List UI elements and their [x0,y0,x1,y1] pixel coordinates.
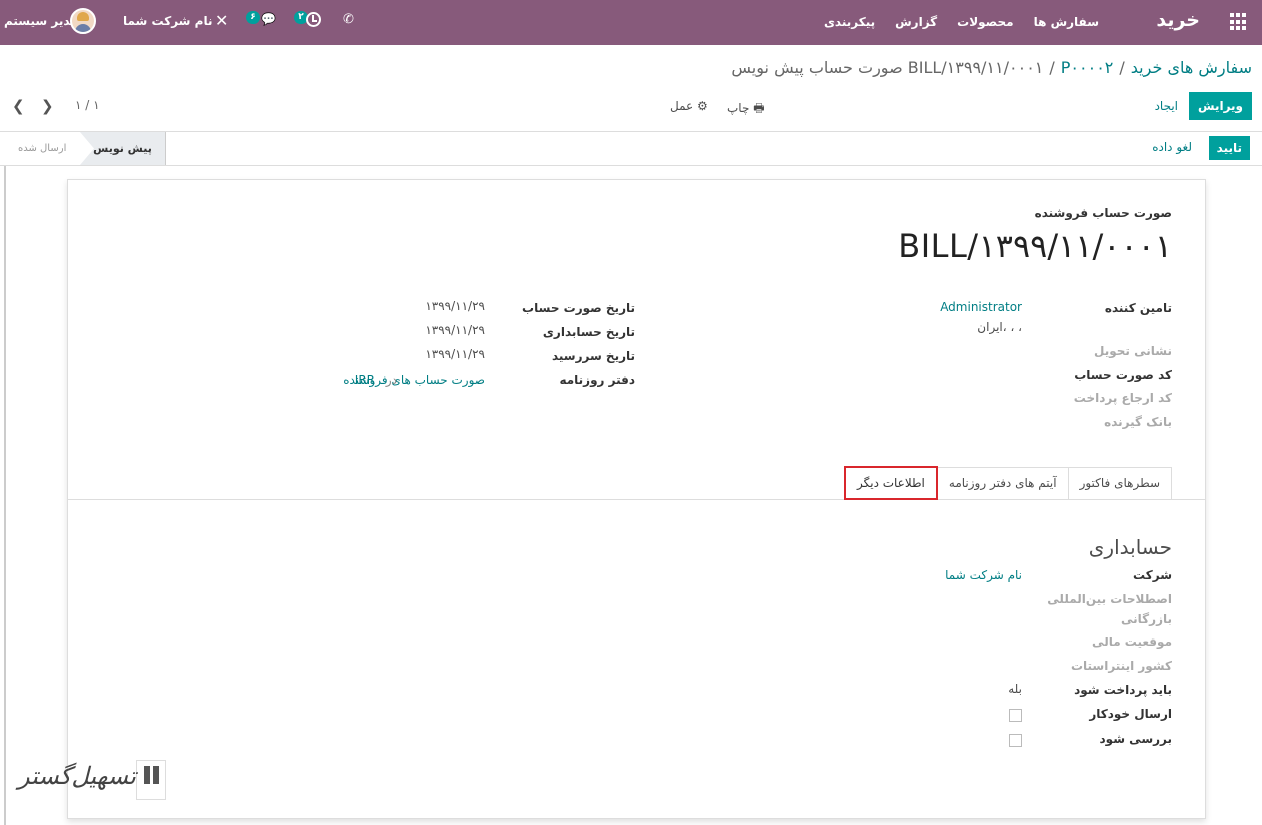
stage-posted: ارسال شده [18,143,67,154]
pager-value[interactable]: ۱ / ۱ [75,98,100,112]
recipient-bank-label: بانک گیرنده [1104,415,1172,429]
vendor-link[interactable]: Administrator [940,300,1022,314]
tabs-divider [68,499,1205,500]
journal-currency-link[interactable]: IRR [355,373,375,387]
messages-count-badge: ۶ [246,11,260,24]
accounting-date-value: ۱۳۹۹/۱۱/۲۹ [425,323,485,337]
print-label: چاپ [727,101,750,115]
vendor-label: تامین کننده [1104,301,1172,315]
form-sheet: صورت حساب فروشنده BILL/۱۳۹۹/۱۱/۰۰۰۱ تامی… [67,179,1206,819]
accounting-section-title: حسابداری [1088,535,1172,559]
to-pay-label: باید پرداخت شود [1074,683,1172,697]
to-check-checkbox[interactable] [1009,734,1022,747]
fiscal-position-label: موقعیت مالی [1092,635,1172,649]
phone-icon[interactable]: ✆ [343,12,354,27]
app-brand[interactable]: خرید [1156,9,1200,31]
apps-menu-icon[interactable] [1230,13,1248,31]
delivery-address-label: نشانی تحویل [1094,344,1172,358]
user-menu-name[interactable]: مدیر سیستم [4,14,78,28]
document-type: صورت حساب فروشنده [1034,206,1172,220]
edit-button[interactable]: ویرایش [1188,92,1252,120]
tab-journal-items[interactable]: آیتم های دفتر روزنامه [936,467,1069,499]
action-dropdown[interactable]: عمل ⚙ [670,99,708,113]
journal-label: دفتر روزنامه [559,373,635,387]
create-button[interactable]: ایجاد [1155,92,1178,120]
watermark-logo-bar [144,766,150,784]
top-navbar: خرید سفارش ها محصولات گزارش پیکربندی مدی… [0,0,1262,45]
accounting-date-label: تاریخ حسابداری [542,325,635,339]
breadcrumb-purchase-orders[interactable]: سفارش های خرید [1131,58,1252,77]
watermark-text: تسهیل‌گستر [18,762,136,790]
control-panel: سفارش های خرید / P۰۰۰۰۲ / صورت حساب پیش … [0,45,1262,132]
watermark-logo-bar [153,766,159,784]
to-pay-value: بله [1008,682,1022,696]
gear-icon: ⚙ [697,99,708,113]
print-dropdown[interactable]: چاپ 🖶 [727,99,765,120]
menu-item-reporting[interactable]: گزارش [895,15,937,29]
avatar[interactable] [70,8,96,34]
auto-send-label: ارسال خودکار [1089,707,1172,721]
payment-reference-label: کد ارجاع پرداخت [1073,391,1172,405]
due-date-label: تاریخ سررسید [551,349,635,363]
bill-date-label: تاریخ صورت حساب [522,301,635,315]
auto-send-checkbox[interactable] [1009,709,1022,722]
intrastat-country-label: کشور اینتراستات [1070,659,1172,673]
breadcrumb-current: صورت حساب پیش نویس BILL/۱۳۹۹/۱۱/۰۰۰۱ [731,58,1044,77]
activities-clock-icon[interactable] [306,12,321,27]
incoterm-label-line2: بازرگانی [1121,612,1172,626]
menu-item-products[interactable]: محصولات [957,15,1013,29]
due-date-value: ۱۳۹۹/۱۱/۲۹ [425,347,485,361]
bill-reference-label: کد صورت حساب [1074,368,1172,382]
menu-item-configuration[interactable]: پیکربندی [824,15,875,29]
bill-date-value: ۱۳۹۹/۱۱/۲۹ [425,299,485,313]
tab-other-info[interactable]: اطلاعات دیگر [843,466,938,500]
vendor-address: ایران، ، ، [977,320,1022,334]
menu-item-orders[interactable]: سفارش ها [1034,15,1099,29]
confirm-button[interactable]: تایید [1208,136,1250,160]
printer-icon: 🖶 [753,101,765,115]
breadcrumb-order[interactable]: P۰۰۰۰۲ [1061,58,1114,77]
incoterm-label: اصطلاحات بین‌المللی [1047,592,1172,606]
document-number: BILL/۱۳۹۹/۱۱/۰۰۰۱ [898,227,1172,265]
cancel-entry-button[interactable]: لغو داده [1152,140,1192,154]
debug-tools-icon[interactable]: ✕ [215,11,228,30]
action-label: عمل [670,99,694,113]
breadcrumb-separator: / [1049,58,1055,77]
breadcrumb-separator: / [1119,58,1125,77]
company-link[interactable]: نام شرکت شما [945,568,1022,582]
pager-next-icon[interactable]: ❮ [12,97,25,115]
messages-icon[interactable]: 💬 [261,12,276,26]
status-bar: تایید لغو داده پیش نویس ارسال شده [0,132,1262,166]
tab-invoice-lines[interactable]: سطرهای فاکتور [1067,467,1172,499]
company-switcher[interactable]: نام شرکت شما [123,14,212,28]
notebook-tabs: سطرهای فاکتور آیتم های دفتر روزنامه اطلا… [843,466,1172,500]
to-check-label: بررسی شود [1099,732,1172,746]
watermark-logo: تسهیل‌گستر [14,760,169,802]
main-menu: سفارش ها محصولات گزارش پیکربندی [824,15,1099,29]
stage-draft: پیش نویس [80,132,166,165]
breadcrumb: سفارش های خرید / P۰۰۰۰۲ / صورت حساب پیش … [731,58,1252,77]
journal-in: در [385,373,397,387]
systray: مدیر سیستم نام شرکت شما ✕ ۶ 💬 ۲ ✆ [0,0,360,45]
watermark-logo-box [136,760,166,800]
pager-previous-icon[interactable]: ❯ [41,97,54,115]
company-label: شرکت [1133,568,1172,582]
